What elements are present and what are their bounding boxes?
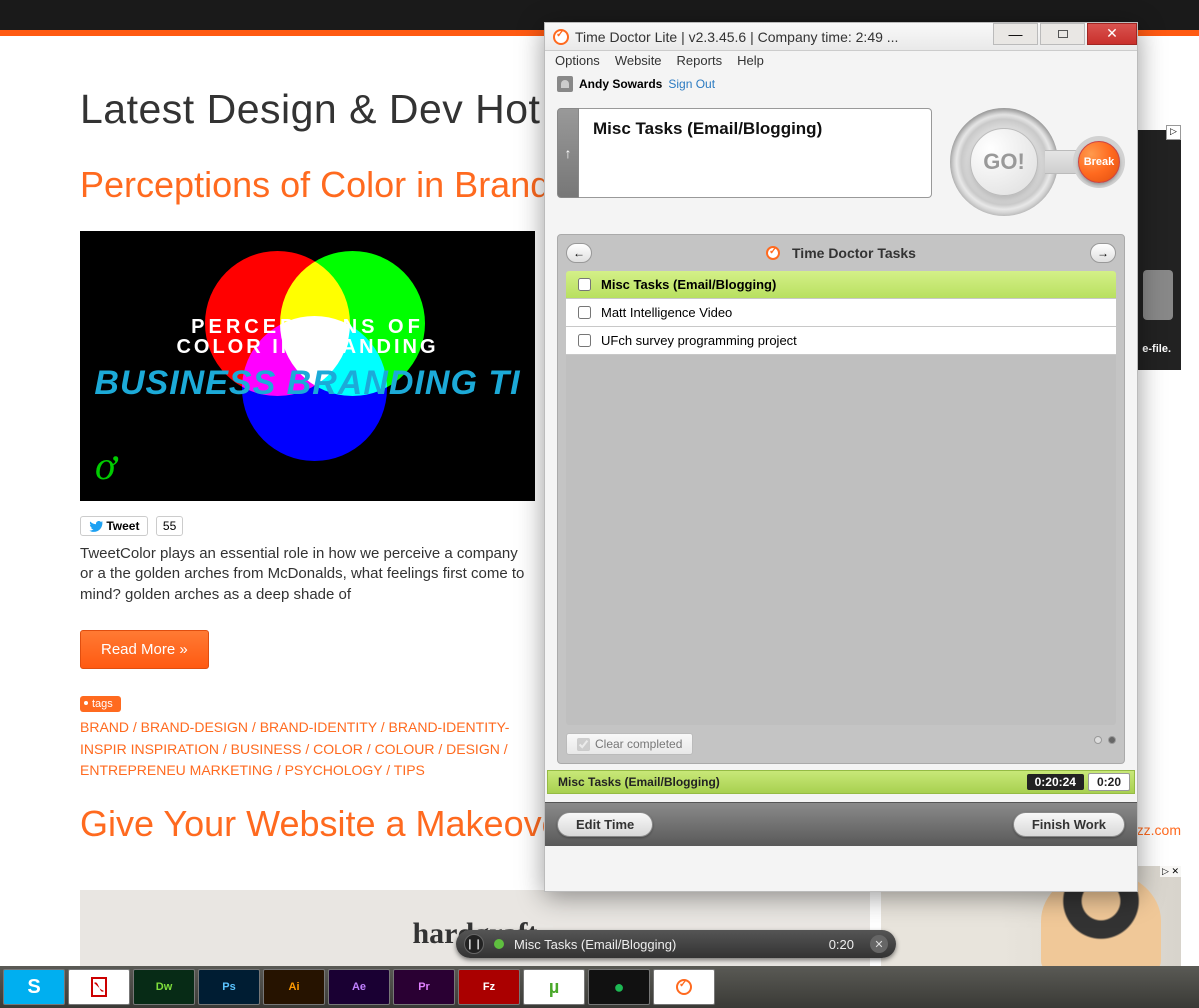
page-dot[interactable] xyxy=(1094,736,1102,744)
status-dot-icon xyxy=(494,939,504,949)
mini-pause-icon[interactable]: ❙❙ xyxy=(464,934,484,954)
window-title: Time Doctor Lite | v2.3.45.6 | Company t… xyxy=(575,29,993,45)
mini-task-name: Misc Tasks (Email/Blogging) xyxy=(514,937,819,952)
menu-help[interactable]: Help xyxy=(737,53,764,68)
tasks-next-button[interactable]: → xyxy=(1090,243,1116,263)
task-row[interactable]: UFch survey programming project xyxy=(566,327,1116,355)
mini-time: 0:20 xyxy=(829,937,854,952)
page-dot[interactable] xyxy=(1108,736,1116,744)
menu-bar: Options Website Reports Help xyxy=(545,51,1137,72)
checkbox-icon xyxy=(577,738,590,751)
taskbar-dreamweaver-icon[interactable]: Dw xyxy=(133,969,195,1005)
action-bar: Edit Time Finish Work xyxy=(545,802,1137,846)
taskbar-aftereffects-icon[interactable]: Ae xyxy=(328,969,390,1005)
task-arrow-up-icon[interactable]: ↑ xyxy=(557,108,579,198)
windows-taskbar: S Dw Ps Ai Ae Pr Fz µ ● xyxy=(0,966,1199,1008)
taskbar-illustrator-icon[interactable]: Ai xyxy=(263,969,325,1005)
clear-completed-button[interactable]: Clear completed xyxy=(566,733,693,755)
window-titlebar[interactable]: Time Doctor Lite | v2.3.45.6 | Company t… xyxy=(545,23,1137,51)
time-doctor-window: Time Doctor Lite | v2.3.45.6 | Company t… xyxy=(544,22,1138,892)
hero-logo-icon: ơ xyxy=(95,442,116,489)
tag-list[interactable]: BRAND / BRAND-DESIGN / BRAND-IDENTITY / … xyxy=(80,717,535,782)
tags-badge: tags xyxy=(80,696,121,712)
post-excerpt: TweetColor plays an essential role in ho… xyxy=(80,544,535,605)
tasks-panel: ← Time Doctor Tasks → Misc Tasks (Email/… xyxy=(557,234,1125,764)
app-icon xyxy=(553,29,569,45)
adchoices-icon[interactable]: ▷ ✕ xyxy=(1160,866,1181,877)
task-checkbox[interactable] xyxy=(578,306,591,319)
go-button[interactable]: GO! xyxy=(970,128,1038,196)
tasks-list: Misc Tasks (Email/Blogging) Matt Intelli… xyxy=(566,271,1116,725)
status-strip: Misc Tasks (Email/Blogging) 0:20:24 0:20 xyxy=(547,770,1135,794)
finish-work-button[interactable]: Finish Work xyxy=(1013,812,1125,837)
sign-out-link[interactable]: Sign Out xyxy=(668,77,715,91)
close-button[interactable]: ✕ xyxy=(1087,23,1137,45)
status-task-name: Misc Tasks (Email/Blogging) xyxy=(558,775,1023,789)
menu-reports[interactable]: Reports xyxy=(677,53,723,68)
edit-time-button[interactable]: Edit Time xyxy=(557,812,653,837)
minimize-button[interactable]: — xyxy=(993,23,1038,45)
user-name: Andy Sowards xyxy=(579,77,662,91)
menu-options[interactable]: Options xyxy=(555,53,600,68)
maximize-button[interactable] xyxy=(1040,23,1085,45)
task-name: Misc Tasks (Email/Blogging) xyxy=(601,277,776,292)
task-name: UFch survey programming project xyxy=(601,333,797,348)
tweet-count: 55 xyxy=(156,516,183,536)
task-row[interactable]: Matt Intelligence Video xyxy=(566,299,1116,327)
status-time-short: 0:20 xyxy=(1088,773,1130,791)
current-task-field[interactable]: ↑ Misc Tasks (Email/Blogging) xyxy=(557,108,932,198)
taskbar-spotify-icon[interactable]: ● xyxy=(588,969,650,1005)
tasks-prev-button[interactable]: ← xyxy=(566,243,592,263)
twitter-icon xyxy=(89,521,103,532)
adchoices-icon[interactable]: ▷ xyxy=(1166,125,1181,140)
mini-timer-widget[interactable]: ❙❙ Misc Tasks (Email/Blogging) 0:20 ✕ xyxy=(456,930,896,958)
user-bar: Andy Sowards Sign Out xyxy=(545,72,1137,98)
user-avatar-icon xyxy=(557,76,573,92)
task-checkbox[interactable] xyxy=(578,334,591,347)
task-checkbox[interactable] xyxy=(578,278,591,291)
taskbar-skype-icon[interactable]: S xyxy=(3,969,65,1005)
mini-close-icon[interactable]: ✕ xyxy=(870,935,888,953)
post-hero-image[interactable]: PERCEPTIONS OF COLOR IN BRANDING BUSINES… xyxy=(80,231,535,501)
current-task-input[interactable]: Misc Tasks (Email/Blogging) xyxy=(579,108,932,198)
task-row[interactable]: Misc Tasks (Email/Blogging) xyxy=(566,271,1116,299)
break-button[interactable]: Break xyxy=(1078,141,1120,183)
status-time-long: 0:20:24 xyxy=(1027,774,1084,790)
taskbar-photoshop-icon[interactable]: Ps xyxy=(198,969,260,1005)
taskbar-utorrent-icon[interactable]: µ xyxy=(523,969,585,1005)
tweet-button[interactable]: Tweet xyxy=(80,516,148,536)
taskbar-filezilla-icon[interactable]: Fz xyxy=(458,969,520,1005)
menu-website[interactable]: Website xyxy=(615,53,662,68)
task-name: Matt Intelligence Video xyxy=(601,305,732,320)
taskbar-acrobat-icon[interactable] xyxy=(68,969,130,1005)
clock-check-icon xyxy=(766,246,780,260)
read-more-button[interactable]: Read More » xyxy=(80,630,209,669)
taskbar-timedoctor-icon[interactable] xyxy=(653,969,715,1005)
tasks-header-label: Time Doctor Tasks xyxy=(792,245,916,261)
taskbar-premiere-icon[interactable]: Pr xyxy=(393,969,455,1005)
